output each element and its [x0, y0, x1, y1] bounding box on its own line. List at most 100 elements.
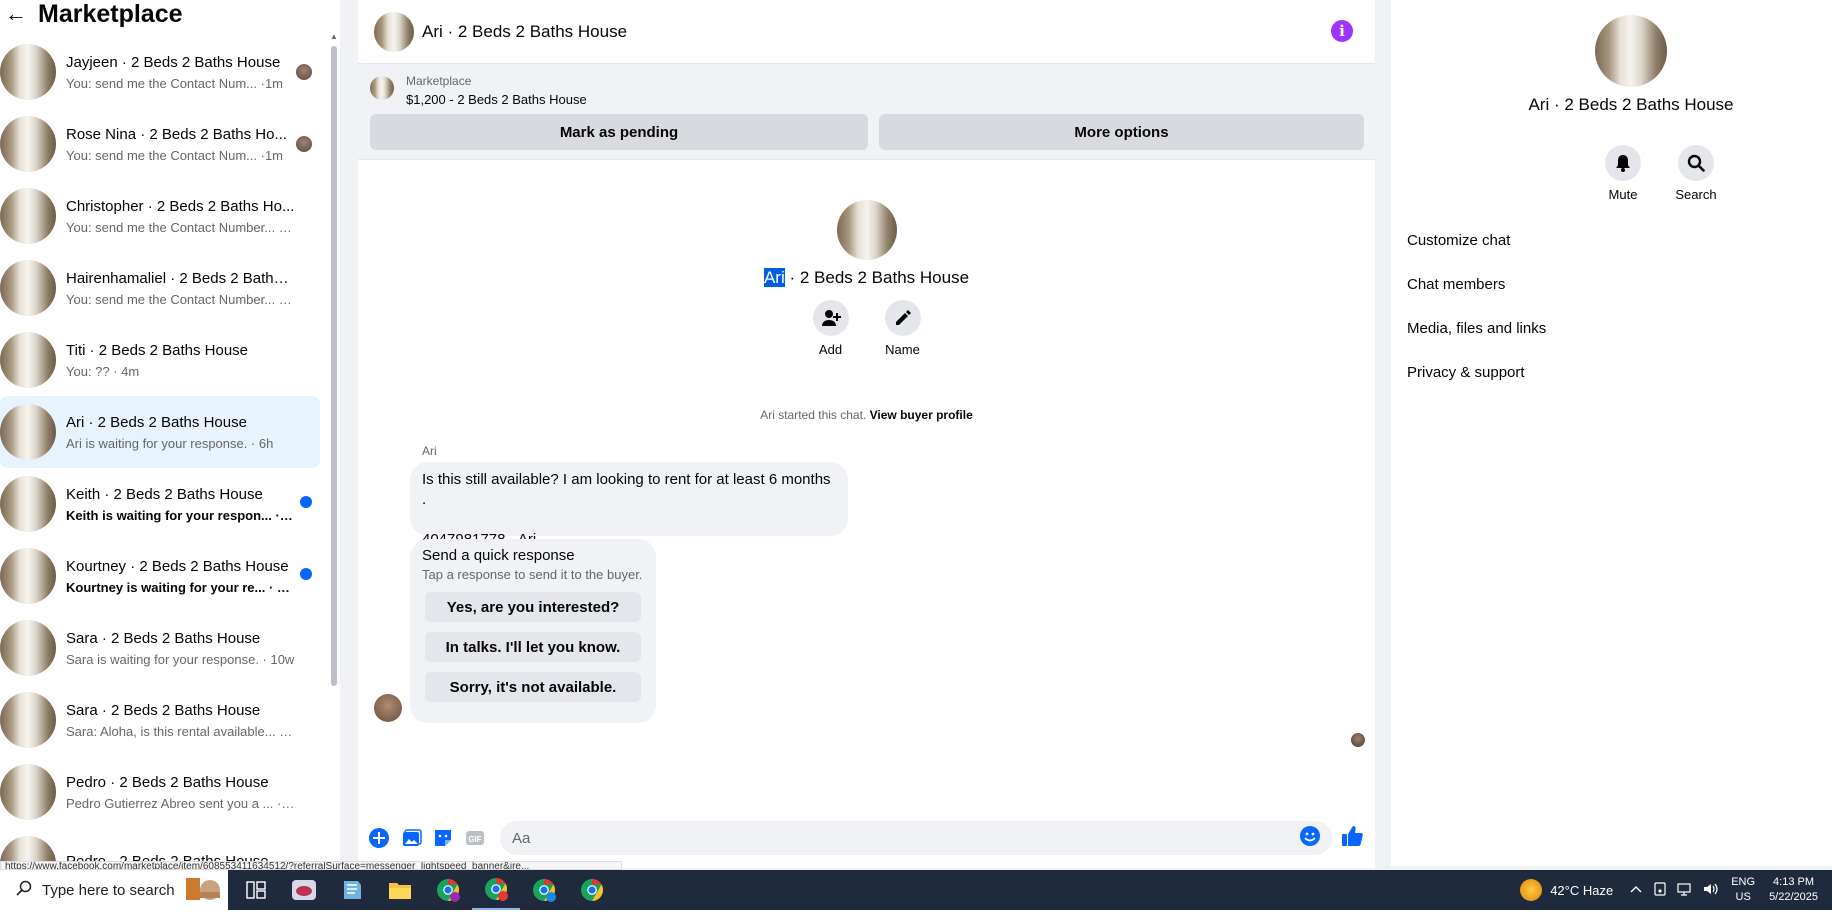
conversation-avatar: [0, 548, 56, 604]
conversation-item[interactable]: Kourtney · 2 Beds 2 Baths House Kourtney …: [0, 540, 320, 612]
conversation-item[interactable]: Sara · 2 Beds 2 Baths House Sara is waiti…: [0, 612, 320, 684]
conversation-item[interactable]: Pedro · 2 Beds 2 Baths House Pedro Gutier…: [0, 756, 320, 828]
conversation-name: Ari · 2 Beds 2 Baths House: [66, 413, 247, 431]
messenger-app: ← Marketplace Jayjeen · 2 Beds 2 Baths H…: [0, 0, 1832, 870]
mute-label: Mute: [1608, 187, 1638, 202]
status-bar-url: https://www.facebook.com/marketplace/ite…: [0, 861, 622, 870]
conversation-preview: Sara: Aloha, is this rental available...…: [66, 723, 296, 739]
conversation-item[interactable]: Jayjeen · 2 Beds 2 Baths House You: send …: [0, 36, 320, 108]
view-buyer-profile-link[interactable]: View buyer profile: [870, 408, 973, 422]
name-button[interactable]: Name: [884, 300, 921, 357]
tray-icons: [1629, 881, 1719, 899]
network-icon[interactable]: [1677, 882, 1693, 899]
file-explorer-icon[interactable]: [376, 870, 424, 910]
chrome-profile-4-icon[interactable]: [568, 870, 616, 910]
details-avatar[interactable]: [1595, 15, 1667, 87]
quick-response-in-talks[interactable]: In talks. I'll let you know.: [425, 632, 641, 662]
scroll-up-icon[interactable]: ▲: [330, 32, 338, 41]
conversation-name: Rose Nina · 2 Beds 2 Baths Ho...: [66, 125, 287, 143]
conversation-item[interactable]: Hairenhamaliel · 2 Beds 2 Baths ... You: …: [0, 252, 320, 324]
conversation-item[interactable]: Titi · 2 Beds 2 Baths House You: ?? · 4m: [0, 324, 320, 396]
message-text-line1: Is this still available? I am looking to…: [422, 471, 831, 508]
windows-taskbar: Type here to search 42°C Haze ENG US 4:1…: [0, 870, 1832, 910]
weather-widget[interactable]: 42°C Haze: [1520, 879, 1613, 901]
conversation-text: Christopher · 2 Beds 2 Baths Ho... You: s…: [66, 198, 296, 235]
photo-icon[interactable]: [398, 825, 424, 851]
conversation-text: Pedro · 2 Beds 2 Baths House Pedro Gutier…: [66, 774, 296, 811]
lang-top: ENG: [1731, 876, 1756, 888]
mark-pending-button[interactable]: Mark as pending: [370, 114, 868, 150]
sidebar-header: ← Marketplace: [0, 0, 330, 28]
marketplace-bar: Marketplace $1,200 - 2 Beds 2 Baths Hous…: [358, 64, 1375, 160]
clock[interactable]: 4:13 PM 5/22/2025: [1769, 875, 1818, 905]
volume-icon[interactable]: [1703, 882, 1719, 899]
conversation-text: Hairenhamaliel · 2 Beds 2 Baths ... You: …: [66, 270, 296, 307]
quick-response-subtitle: Tap a response to send it to the buyer.: [422, 567, 643, 582]
mute-button[interactable]: Mute: [1593, 145, 1653, 202]
conversation-name: Christopher · 2 Beds 2 Baths Ho...: [66, 197, 295, 215]
device-icon[interactable]: [1653, 881, 1667, 899]
unread-dot-icon: [300, 568, 312, 580]
chrome-profile-1-icon[interactable]: [424, 870, 472, 910]
message-composer: GIF: [358, 818, 1375, 858]
privacy-support-item[interactable]: Privacy & support: [1407, 364, 1525, 381]
conversation-item[interactable]: Sara · 2 Beds 2 Baths House Sara: Aloha, …: [0, 684, 320, 756]
chrome-profile-3-icon[interactable]: [520, 870, 568, 910]
plus-icon[interactable]: [366, 825, 392, 851]
conversation-item[interactable]: Rose Nina · 2 Beds 2 Baths Ho... You: sen…: [0, 108, 320, 180]
sidebar-title: Marketplace: [38, 0, 183, 28]
info-icon[interactable]: i: [1331, 20, 1353, 42]
gif-icon[interactable]: GIF: [462, 825, 488, 851]
conversation-item[interactable]: Ari · 2 Beds 2 Baths House Ari is waiting…: [0, 396, 320, 468]
add-label: Add: [818, 342, 843, 357]
conversation-text: Titi · 2 Beds 2 Baths House You: ?? · 4m: [66, 342, 296, 379]
chat-members-item[interactable]: Chat members: [1407, 276, 1505, 293]
add-button[interactable]: Add: [812, 300, 849, 357]
intro-actions: Add Name: [358, 300, 1375, 357]
back-arrow-icon[interactable]: ←: [2, 1, 30, 26]
message-bubble[interactable]: Is this still available? I am looking to…: [410, 462, 848, 548]
chat-title[interactable]: Ari · 2 Beds 2 Baths House: [422, 22, 627, 42]
sidebar-scrollbar[interactable]: ▲: [330, 30, 338, 690]
conversation-name: Pedro · 2 Beds 2 Baths House: [66, 773, 269, 791]
more-options-button[interactable]: More options: [879, 114, 1364, 150]
search-icon: [1678, 145, 1714, 181]
marketplace-label: Marketplace: [406, 74, 472, 88]
conversation-item[interactable]: Keith · 2 Beds 2 Baths House Keith is wai…: [0, 468, 320, 540]
task-view-icon[interactable]: [232, 870, 280, 910]
thumbs-up-icon[interactable]: [1340, 824, 1364, 853]
conversation-preview: You: send me the Contact Num... ·1m: [66, 147, 284, 163]
quick-response-not-available[interactable]: Sorry, it's not available.: [425, 672, 641, 702]
scrollbar-thumb[interactable]: [331, 46, 337, 686]
conversation-avatar: [0, 404, 56, 460]
chat-started-note: Ari started this chat. View buyer profil…: [358, 408, 1375, 422]
app-icon-notes[interactable]: [328, 870, 376, 910]
buyer-avatar[interactable]: [374, 694, 402, 722]
sticker-icon[interactable]: [430, 825, 456, 851]
conversation-item[interactable]: Christopher · 2 Beds 2 Baths Ho... You: s…: [0, 180, 320, 252]
conversation-preview: You: send me the Contact Num... ·1m: [66, 75, 284, 91]
emoji-icon[interactable]: [1299, 825, 1321, 852]
chrome-profile-2-icon[interactable]: [472, 870, 520, 910]
listing-thumbnail[interactable]: [370, 76, 394, 100]
search-button[interactable]: Search: [1666, 145, 1726, 202]
media-files-links-item[interactable]: Media, files and links: [1407, 320, 1546, 337]
conversation-text: Sara · 2 Beds 2 Baths House Sara is waiti…: [66, 630, 296, 667]
read-receipt-avatar: [296, 64, 312, 80]
chevron-up-icon[interactable]: [1629, 882, 1643, 899]
listing-price-title[interactable]: $1,200 - 2 Beds 2 Baths House: [406, 92, 587, 107]
seen-indicator-avatar: [1351, 733, 1365, 747]
quick-response-yes[interactable]: Yes, are you interested?: [425, 592, 641, 622]
conversation-sidebar: ← Marketplace Jayjeen · 2 Beds 2 Baths H…: [0, 0, 340, 870]
conversation-avatar: [0, 620, 56, 676]
chat-panel: Ari · 2 Beds 2 Baths House i Marketplace…: [358, 0, 1375, 868]
conversation-indicator: [300, 568, 312, 580]
conversation-name: Titi · 2 Beds 2 Baths House: [66, 341, 249, 359]
conversation-name: Keith · 2 Beds 2 Baths House: [66, 485, 263, 503]
message-input[interactable]: [500, 821, 1332, 855]
app-icon-game[interactable]: [280, 870, 328, 910]
chat-avatar[interactable]: [374, 11, 414, 52]
customize-chat-item[interactable]: Customize chat: [1407, 232, 1510, 249]
language-indicator[interactable]: ENG US: [1731, 875, 1755, 905]
intro-title: Ari · 2 Beds 2 Baths House: [358, 268, 1375, 288]
